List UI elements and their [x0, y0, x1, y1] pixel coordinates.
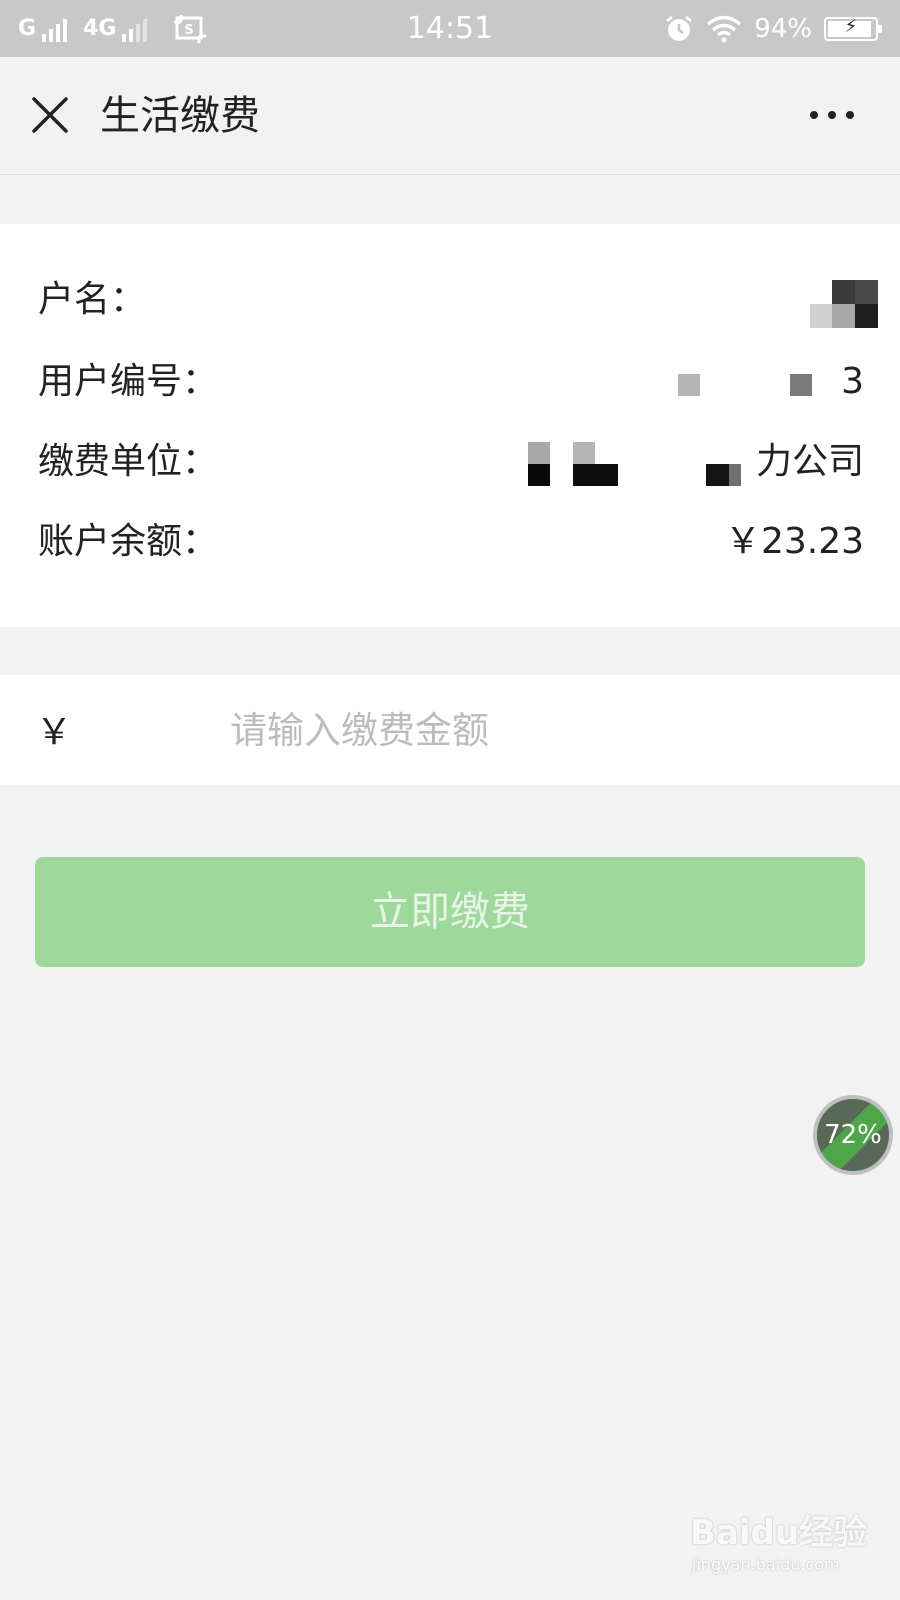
account-name-row: 户名：: [38, 272, 878, 328]
amount-input-card: ￥: [0, 675, 900, 785]
status-right: 94% ⚡: [664, 0, 882, 57]
payment-company-row: 缴费单位： 力公司: [38, 434, 864, 490]
account-name-label: 户名：: [38, 279, 147, 320]
currency-symbol: ￥: [36, 712, 73, 753]
status-bar: G 4G S 14:51 94% ⚡: [0, 0, 900, 57]
floating-progress-badge[interactable]: 72%: [813, 1095, 893, 1175]
account-balance-row: 账户余额： ￥23.23: [38, 514, 864, 570]
battery-icon: ⚡: [824, 15, 882, 41]
nav-bar: 生活缴费: [0, 57, 900, 175]
amount-input[interactable]: [230, 700, 850, 760]
account-number-label: 用户编号：: [38, 361, 219, 402]
alarm-icon: [666, 15, 693, 41]
battery-percent: 94%: [754, 13, 812, 44]
pay-now-button[interactable]: 立即缴费: [35, 857, 865, 967]
wifi-icon: [707, 15, 742, 42]
charging-icon: ⚡: [844, 15, 858, 37]
payment-company-value: 力公司: [755, 441, 864, 482]
watermark-brand: Baidu经验: [690, 1513, 868, 1553]
account-number-value: 3: [841, 361, 864, 402]
account-info-card: 户名： 用户编号： 3 缴费单位： 力公司 账户余额： ￥23.23: [0, 224, 900, 627]
payment-company-label: 缴费单位：: [38, 441, 219, 482]
account-number-row: 用户编号： 3: [38, 354, 864, 410]
badge-percent: 72%: [824, 1120, 882, 1150]
baidu-watermark: Baidu经验 jingyan.baidu.com: [690, 1505, 880, 1585]
redacted-mosaic: [810, 280, 878, 328]
watermark-url: jingyan.baidu.com: [692, 1555, 840, 1574]
redacted-mosaic: [678, 374, 812, 396]
redacted-mosaic: [528, 442, 741, 486]
close-icon[interactable]: [28, 93, 72, 137]
account-balance-value: ￥23.23: [724, 521, 864, 562]
account-balance-label: 账户余额：: [38, 521, 219, 562]
page-title: 生活缴费: [100, 93, 260, 139]
more-icon[interactable]: [804, 97, 860, 133]
